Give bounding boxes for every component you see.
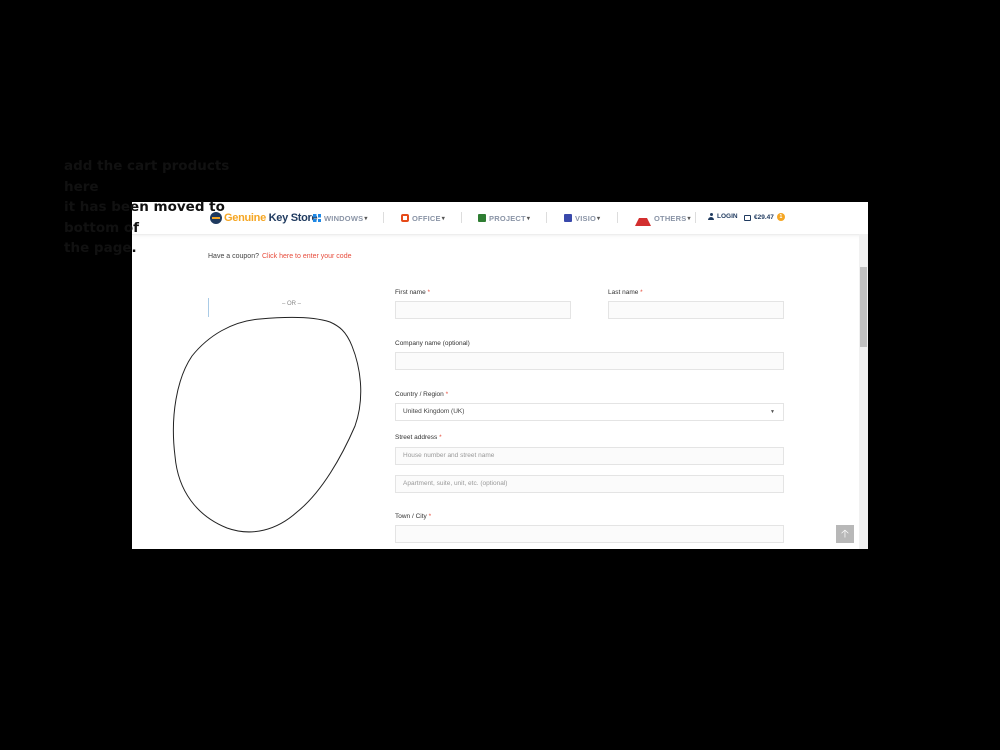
first-name-label: First name * xyxy=(395,289,431,296)
street-address-field[interactable]: House number and street name xyxy=(395,447,784,465)
chevron-down-icon: ▾ xyxy=(441,215,445,222)
cart-total: €29.47 xyxy=(754,213,774,221)
login-link[interactable]: LOGIN xyxy=(708,213,738,220)
cart-link[interactable]: €29.47 1 xyxy=(744,213,785,221)
country-select[interactable]: United Kingdom (UK) ▼ xyxy=(395,403,784,421)
coupon-link[interactable]: Click here to enter your code xyxy=(262,253,352,260)
nav-divider xyxy=(695,212,696,223)
last-name-label: Last name * xyxy=(608,289,643,296)
or-divider: – OR – xyxy=(282,301,302,307)
annotation-line: the page. xyxy=(64,240,137,256)
nav-others-label: OTHERS xyxy=(654,213,687,223)
nav-visio[interactable]: VISIO ▾ xyxy=(564,213,600,223)
project-icon xyxy=(478,214,486,222)
nav-others[interactable]: OTHERS ▾ xyxy=(635,210,691,226)
nav-divider xyxy=(546,212,547,223)
scrollbar[interactable] xyxy=(859,234,868,549)
nav-windows-label: WINDOWS xyxy=(324,213,364,223)
scroll-to-top-button[interactable]: 🡡 xyxy=(836,525,854,543)
annotation-line: it has been moved to xyxy=(64,199,225,215)
nav-visio-label: VISIO xyxy=(575,213,597,223)
nav-office[interactable]: OFFICE ▾ xyxy=(401,213,445,223)
apartment-field[interactable]: Apartment, suite, unit, etc. (optional) xyxy=(395,475,784,493)
company-label: Company name (optional) xyxy=(395,340,470,347)
office-icon xyxy=(401,214,409,222)
town-field[interactable] xyxy=(395,525,784,543)
scrollbar-thumb[interactable] xyxy=(860,267,867,347)
cart-count-badge: 1 xyxy=(776,213,785,221)
chevron-down-icon: ▾ xyxy=(687,215,691,222)
bag-icon xyxy=(744,215,751,221)
country-label: Country / Region * xyxy=(395,391,449,398)
annotation-line: bottom of xyxy=(64,219,140,236)
chevron-down-icon: ▾ xyxy=(364,215,368,222)
chevron-down-icon: ▼ xyxy=(770,409,775,415)
annotation-note: add the cart products here it has been m… xyxy=(64,156,264,259)
country-selected-value: United Kingdom (UK) xyxy=(403,408,465,415)
chevron-down-icon: ▾ xyxy=(597,215,601,222)
first-name-field[interactable] xyxy=(395,301,571,319)
company-field[interactable] xyxy=(395,352,784,370)
nav-project[interactable]: PROJECT ▾ xyxy=(478,213,530,223)
nav-divider xyxy=(461,212,462,223)
user-icon xyxy=(708,213,714,220)
annotation-line: add the cart products here xyxy=(64,158,230,195)
nav-divider xyxy=(617,212,618,223)
visio-icon xyxy=(564,214,572,222)
town-label: Town / City * xyxy=(395,513,432,520)
express-checkout-placeholder xyxy=(208,298,209,317)
login-label: LOGIN xyxy=(717,213,738,220)
last-name-field[interactable] xyxy=(608,301,784,319)
others-icon xyxy=(635,210,651,226)
chevron-down-icon: ▾ xyxy=(526,215,531,222)
windows-icon xyxy=(313,214,321,222)
nav-office-label: OFFICE xyxy=(412,213,441,223)
nav-divider xyxy=(383,212,384,223)
nav-project-label: PROJECT xyxy=(489,213,526,223)
arrow-up-icon: 🡡 xyxy=(841,528,849,540)
annotation-circle xyxy=(172,316,362,533)
street-label: Street address * xyxy=(395,434,442,441)
nav-windows[interactable]: WINDOWS ▾ xyxy=(313,213,368,223)
